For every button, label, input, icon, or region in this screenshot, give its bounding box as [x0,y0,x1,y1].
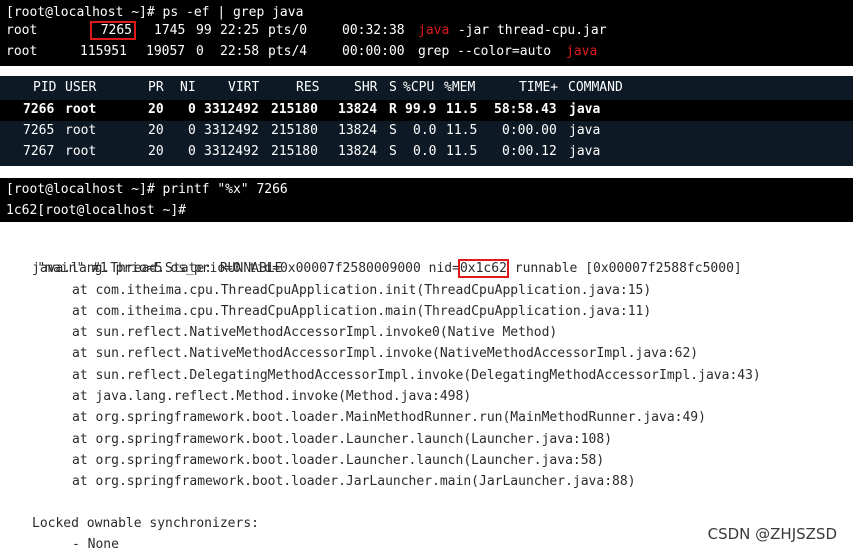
ps-cmd: -jar thread-cpu.jar [450,23,607,38]
top-virt: 3312492 [204,102,259,117]
ps-ppid: 19057 [146,44,186,59]
thread-header-line: "main" #1 prio=5 os_prio=0 tid=0x00007f2… [6,237,742,278]
ps-cmd-highlight: java [418,23,450,38]
printf-command-line: [root@localhost ~]# printf "%x" 7266 [6,182,288,197]
ps-user: root [6,44,38,59]
top-mem: 11.5 [446,123,478,138]
stack-frame: at org.springframework.boot.loader.Launc… [72,453,605,468]
top-command: java [569,144,601,159]
stack-frame: at sun.reflect.NativeMethodAccessorImpl.… [72,346,699,361]
ps-time: 00:00:00 [342,44,405,59]
ps-c: 0 [196,44,204,59]
top-s: S [389,144,397,159]
top-res: 215180 [271,144,318,159]
ps-cmd-highlight: java [566,44,598,59]
ps-time: 00:32:38 [342,23,405,38]
ps-ppid: 1745 [154,23,186,38]
thread-state-line: java.lang.Thread.State: RUNNABLE [32,261,283,276]
ps-cmd: grep --color=auto [418,44,559,59]
top-time: 0:00.00 [502,123,557,138]
top-pid: 7267 [23,144,55,159]
top-mem: 11.5 [446,102,478,117]
ps-stime: 22:25 [220,23,260,38]
top-shr: 13824 [338,123,378,138]
locked-synchronizers-value: - None [72,537,119,552]
top-user: root [65,144,97,159]
ps-pid: 115951 [80,44,127,59]
stack-frame: at com.itheima.cpu.ThreadCpuApplication.… [72,283,652,298]
ps-c: 99 [196,23,212,38]
top-header-pid: PID [33,80,57,95]
top-ni: 0 [188,144,196,159]
stack-frame: at org.springframework.boot.loader.Launc… [72,432,613,447]
top-header-ni: NI [180,80,196,95]
stack-frame: at java.lang.reflect.Method.invoke(Metho… [72,389,472,404]
top-pid: 7266 [23,102,55,117]
printf-terminal-panel: [root@localhost ~]# printf "%x" 7266 1c6… [0,178,853,222]
top-ni: 0 [188,123,196,138]
watermark: CSDN @ZHJSZSD [707,525,837,543]
stack-frame: at com.itheima.cpu.ThreadCpuApplication.… [72,304,652,319]
top-user: root [65,123,97,138]
thread-header-suffix: runnable [0x00007f2588fc5000] [506,261,742,276]
top-cpu: 0.0 [413,144,437,159]
top-thread-row: 7267 root 20 0 3312492 215180 13824 S 0.… [0,142,853,163]
top-command: java [569,123,601,138]
top-shr: 13824 [338,144,378,159]
stack-frame: at org.springframework.boot.loader.MainM… [72,410,706,425]
locked-synchronizers-label: Locked ownable synchronizers: [32,516,259,531]
top-cpu: 99.9 [405,102,437,117]
thread-dump-panel: "main" #1 prio=5 os_prio=0 tid=0x00007f2… [0,234,853,552]
top-virt: 3312492 [204,123,259,138]
top-virt: 3312492 [204,144,259,159]
ps-stime: 22:58 [220,44,260,59]
ps-tty: pts/4 [268,44,308,59]
top-cpu: 0.0 [413,123,437,138]
stack-frame: at sun.reflect.DelegatingMethodAccessorI… [72,368,761,383]
top-command: java [569,102,601,117]
ps-pid-highlight: 7265 [90,21,136,40]
top-time: 58:58.43 [494,102,557,117]
stack-frame: at sun.reflect.NativeMethodAccessorImpl.… [72,325,558,340]
top-pid: 7265 [23,123,55,138]
stack-frame: at org.springframework.boot.loader.JarLa… [72,474,636,489]
ps-user: root [6,23,38,38]
thread-nid-highlight: 0x1c62 [457,259,509,278]
ps-command-line: [root@localhost ~]# ps -ef | grep java [6,5,304,20]
top-header-time: TIME+ [519,80,559,95]
top-s: R [389,102,397,117]
top-pr: 20 [148,123,164,138]
top-thread-row: 7265 root 20 0 3312492 215180 13824 S 0.… [0,121,853,142]
top-mem: 11.5 [446,144,478,159]
top-header-shr: SHR [354,80,378,95]
top-header-mem: %MEM [444,80,476,95]
top-time: 0:00.12 [502,144,557,159]
ps-tty: pts/0 [268,23,308,38]
top-header-command: COMMAND [568,80,623,95]
top-res: 215180 [271,102,318,117]
top-header-pr: PR [148,80,164,95]
top-header-virt: VIRT [228,80,260,95]
top-s: S [389,123,397,138]
top-user: root [65,102,97,117]
top-pr: 20 [148,144,164,159]
top-shr: 13824 [338,102,378,117]
top-pr: 20 [148,102,164,117]
top-header-user: USER [65,80,97,95]
top-ni: 0 [188,102,196,117]
top-header-res: RES [296,80,320,95]
top-thread-row: 7266 root 20 0 3312492 215180 13824 R 99… [0,100,853,121]
top-header-s: S [389,80,397,95]
top-threads-panel: PID USER PR NI VIRT RES SHR S %CPU %MEM … [0,76,853,166]
ps-terminal-panel: [root@localhost ~]# ps -ef | grep java r… [0,0,853,66]
top-res: 215180 [271,123,318,138]
top-header-cpu: %CPU [403,80,435,95]
printf-output-line: 1c62[root@localhost ~]# [6,203,187,218]
